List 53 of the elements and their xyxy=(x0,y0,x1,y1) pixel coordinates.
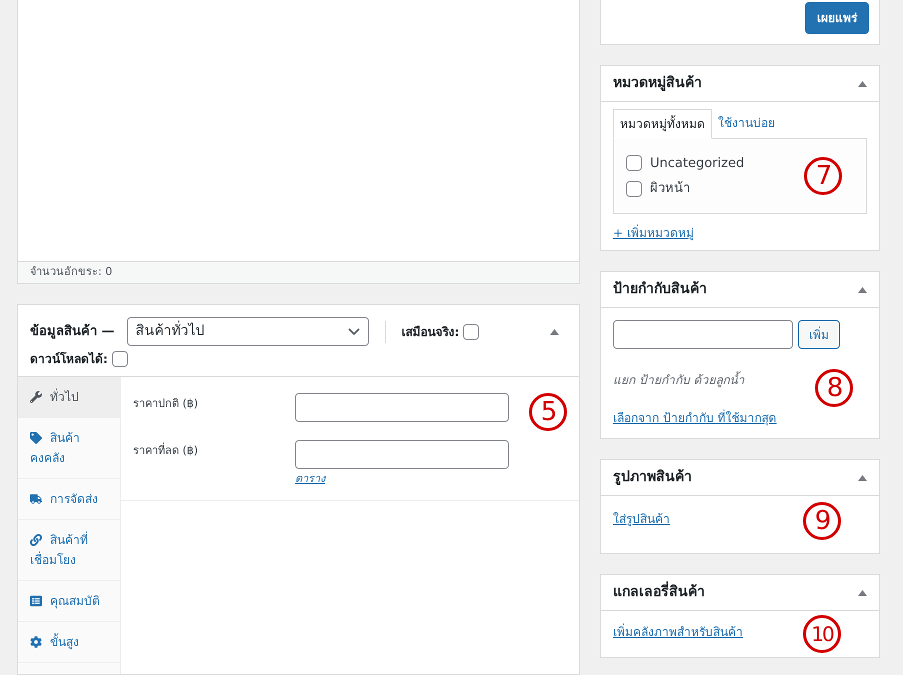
category-tab[interactable]: ใช้งานบ่อย xyxy=(712,109,781,139)
chevron-down-icon xyxy=(348,328,360,336)
truck-icon xyxy=(30,493,42,505)
category-label: Uncategorized xyxy=(650,154,744,172)
most-used-tags-link[interactable]: เลือกจาก ป้ายกำกับ ที่ใช้มากสุด xyxy=(613,409,777,427)
panel-title: แกลเลอรี่สินค้า xyxy=(613,582,705,603)
checkbox[interactable] xyxy=(626,180,642,197)
wrench-icon xyxy=(30,391,42,403)
panel-title: หมวดหมู่สินค้า xyxy=(613,74,702,93)
product-tab[interactable]: ขั้นสูง xyxy=(18,622,120,663)
product-tab[interactable]: ทั่วไป xyxy=(18,377,120,418)
word-count: จำนวนอักขระ: 0 xyxy=(30,264,112,280)
schedule-link[interactable]: ตาราง xyxy=(295,471,509,488)
add-category-link[interactable]: + เพิ่มหมวดหมู่ xyxy=(613,224,867,242)
tag-field[interactable] xyxy=(613,320,793,349)
annotation-number: 8 xyxy=(815,369,853,407)
annotation-number: 7 xyxy=(804,157,842,195)
price-field[interactable] xyxy=(295,440,509,469)
price-field[interactable] xyxy=(295,393,509,422)
checkbox[interactable] xyxy=(463,324,480,340)
category-tab[interactable]: หมวดหมู่ทั้งหมด xyxy=(613,109,712,139)
annotation-number: 10 xyxy=(803,615,841,653)
panel-title: ป้ายกำกับสินค้า xyxy=(613,280,707,299)
annotation-number: 5 xyxy=(529,393,567,431)
annotation-number: 9 xyxy=(803,502,841,540)
product-tab[interactable]: สินค้าที่เชื่อมโยง xyxy=(18,520,120,581)
checkbox[interactable] xyxy=(112,351,128,367)
option-label: ดาวน์โหลดได้: xyxy=(30,350,108,368)
publish-button[interactable]: เผยแพร่ xyxy=(805,2,869,34)
add-gallery-link[interactable]: เพิ่มคลังภาพสำหรับสินค้า xyxy=(613,623,743,641)
option-label: เสมือนจริง: xyxy=(402,324,460,340)
collapse-icon[interactable] xyxy=(858,474,867,480)
collapse-icon[interactable] xyxy=(858,286,867,292)
add-tag-button[interactable]: เพิ่ม xyxy=(798,320,840,349)
tag-hint: แยก ป้ายกำกับ ด้วยลูกน้ำ xyxy=(613,371,745,389)
gear-icon xyxy=(30,636,42,648)
field-label: ราคาที่ลด (฿) xyxy=(133,442,200,459)
product-tab[interactable]: การจัดส่ง xyxy=(18,479,120,520)
collapse-icon[interactable] xyxy=(858,590,867,596)
set-image-link[interactable]: ใส่รูปสินค้า xyxy=(613,510,670,528)
link-icon xyxy=(30,534,42,546)
product-tab[interactable]: สินค้าคงคลัง xyxy=(18,418,120,479)
field-label: ราคาปกติ (฿) xyxy=(133,396,200,412)
panel-title: รูปภาพสินค้า xyxy=(613,468,692,487)
product-tab[interactable]: คุณสมบัติ xyxy=(18,581,120,622)
category-label: ผิวหน้า xyxy=(650,180,690,198)
list-icon xyxy=(30,595,42,607)
collapse-icon[interactable] xyxy=(550,328,559,334)
panel-title: ข้อมูลสินค้า — xyxy=(30,322,115,341)
collapse-icon[interactable] xyxy=(858,80,867,86)
tag-icon xyxy=(30,432,42,444)
checkbox[interactable] xyxy=(626,155,642,172)
product-type-select[interactable]: สินค้าทั่วไป xyxy=(126,317,369,346)
